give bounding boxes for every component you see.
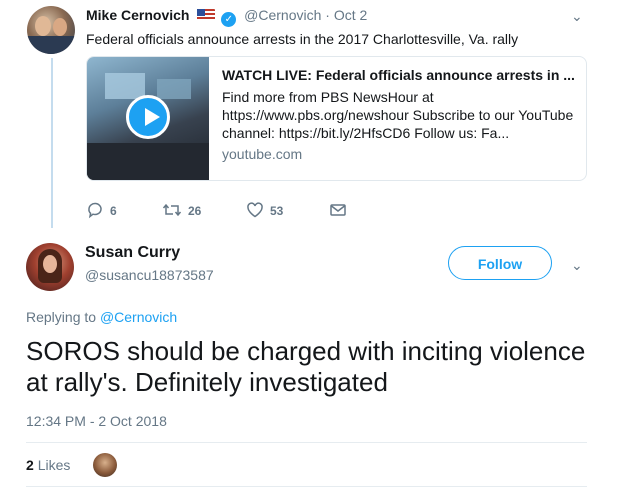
us-flag-icon [197,9,216,21]
replying-mention-link[interactable]: @Cernovich [100,309,177,325]
reply-count: 6 [110,204,117,218]
likes-summary[interactable]: 2 Likes [26,457,70,473]
chevron-down-icon[interactable]: ⌄ [571,8,583,25]
divider [26,442,587,443]
like-count: 53 [270,204,284,218]
play-icon[interactable] [126,95,170,139]
parent-tweet-header: Mike Cernovich ✓ @Cernovich · Oct 2 [86,7,367,27]
chevron-down-icon[interactable]: ⌄ [571,257,583,274]
author-handle[interactable]: @Cernovich [244,7,321,23]
reply-icon [88,202,102,219]
tweet-date[interactable]: Oct 2 [334,7,367,23]
main-tweet-text: SOROS should be charged with inciting vi… [26,336,586,397]
likes-count: 2 [26,457,34,473]
divider [26,486,587,487]
reply-button[interactable]: 6 [86,201,117,219]
link-preview-card[interactable]: WATCH LIVE: Federal officials announce a… [86,56,587,181]
author-name[interactable]: Susan Curry [85,244,180,262]
parent-tweet-text: Federal officials announce arrests in th… [86,31,519,47]
likes-label: Likes [37,457,71,473]
author-handle[interactable]: @susancu18873587 [85,267,214,283]
tweet-timestamp[interactable]: 12:34 PM - 2 Oct 2018 [26,413,167,429]
author-name[interactable]: Mike Cernovich [86,7,189,23]
direct-message-button[interactable] [329,201,347,219]
replying-prefix: Replying to [26,309,97,325]
liker-avatar[interactable] [93,453,117,477]
avatar[interactable] [26,243,74,291]
verified-badge-icon: ✓ [221,12,237,27]
like-button[interactable]: 53 [246,201,283,219]
thread-connector-line [51,58,53,228]
follow-button[interactable]: Follow [448,246,552,280]
card-title: WATCH LIVE: Federal officials announce a… [222,67,575,83]
tweet-date-separator: · [325,7,330,23]
card-description: Find more from PBS NewsHour at https://w… [222,89,574,141]
retweet-icon [162,203,182,217]
replying-to-line: Replying to @Cernovich [26,309,177,325]
retweet-count: 26 [188,204,202,218]
card-thumbnail[interactable] [87,57,209,180]
retweet-button[interactable]: 26 [162,201,201,219]
avatar[interactable] [27,6,75,54]
card-domain: youtube.com [222,146,303,162]
envelope-icon [330,204,346,216]
heart-icon [247,202,263,218]
